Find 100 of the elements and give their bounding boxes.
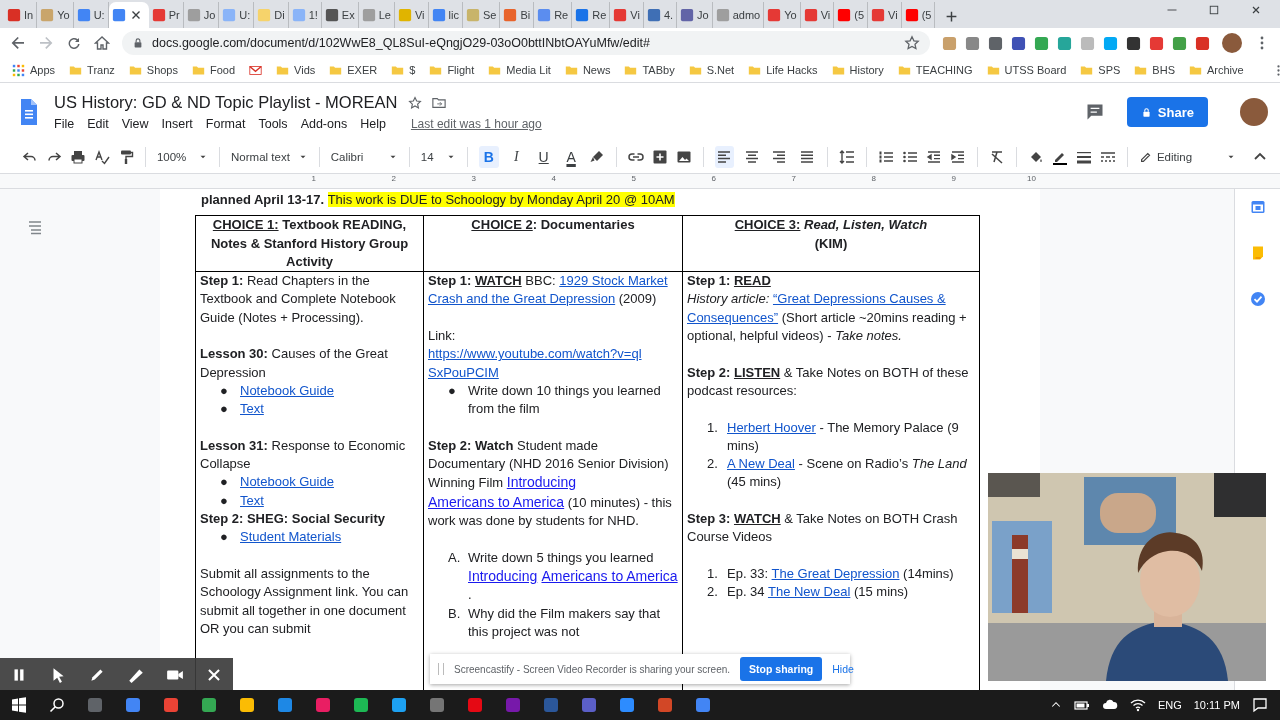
taskbar-app-icon[interactable] [125, 697, 141, 713]
menu-item[interactable]: Tools [258, 117, 288, 131]
link[interactable]: Crash and the Great Depression [428, 291, 616, 307]
paint-format-icon[interactable] [118, 149, 134, 165]
font-dropdown[interactable]: Calibri [330, 151, 398, 163]
wifi-icon[interactable] [1129, 697, 1146, 713]
link[interactable]: The Great Depression [771, 565, 900, 581]
bookmark[interactable]: Flight [429, 63, 475, 77]
document-title[interactable]: US History: GD & ND Topic Playlist - MOREAN [54, 93, 398, 112]
bookmark[interactable]: TABby [624, 63, 675, 77]
share-button[interactable]: Share [1126, 97, 1208, 127]
print-icon[interactable] [70, 149, 86, 165]
link[interactable]: A New Deal [727, 456, 795, 472]
decrease-indent-icon[interactable] [926, 149, 943, 165]
format-button[interactable]: I [506, 146, 526, 168]
move-folder-icon[interactable] [431, 95, 446, 110]
bookmark[interactable]: Media Lit [488, 63, 551, 77]
menu-item[interactable]: File [54, 117, 75, 131]
format-button[interactable]: A [561, 146, 581, 168]
link[interactable]: Notebook Guide [240, 474, 334, 490]
windows-start-icon[interactable] [11, 697, 27, 713]
line-spacing-icon[interactable] [839, 149, 856, 165]
link[interactable]: Americans to America [428, 493, 565, 510]
image-icon[interactable] [675, 149, 692, 165]
tasks-icon[interactable] [1249, 291, 1266, 307]
editing-mode-dropdown[interactable]: Editing [1138, 150, 1237, 164]
zoom-dropdown[interactable]: 100% [156, 151, 209, 163]
menu-item[interactable]: Edit [87, 117, 109, 131]
menu-item[interactable]: Help [360, 117, 386, 131]
language-indicator[interactable]: ENG [1157, 699, 1182, 711]
taskbar-app-icon[interactable] [391, 697, 407, 713]
taskbar-app-icon[interactable] [163, 697, 179, 713]
link[interactable]: Introducing [506, 474, 577, 491]
extension-icon[interactable] [1011, 35, 1026, 51]
clock[interactable]: 10:11 PM [1193, 699, 1240, 711]
increase-indent-icon[interactable] [950, 149, 967, 165]
link[interactable]: 1929 Stock Market [559, 273, 668, 289]
bulleted-list-icon[interactable] [902, 149, 919, 165]
home-icon[interactable] [94, 35, 110, 51]
extension-icon[interactable] [988, 35, 1003, 51]
docs-logo-icon[interactable] [18, 98, 40, 126]
link[interactable]: Herbert Hoover [727, 419, 816, 435]
style-dropdown[interactable]: Normal text [231, 151, 308, 163]
reload-icon[interactable] [66, 35, 82, 51]
bookmark[interactable]: SPS [1080, 63, 1121, 77]
font-size-dropdown[interactable]: 14 [420, 151, 457, 163]
link[interactable]: https://www.youtube.com/watch?v=ql [428, 346, 642, 362]
numbered-list-icon[interactable] [878, 149, 895, 165]
link[interactable]: Text [240, 401, 264, 417]
bookmark[interactable]: TEACHING [897, 63, 973, 77]
taskbar-app-icon[interactable] [277, 697, 293, 713]
extension-icon[interactable] [1126, 35, 1141, 51]
link[interactable]: Americans to America [541, 567, 678, 584]
browser-tab[interactable] [108, 2, 149, 28]
menu-item[interactable]: Add-ons [300, 117, 348, 131]
taskbar-app-icon[interactable] [239, 697, 255, 713]
link[interactable]: Text [240, 492, 264, 508]
border-width-icon[interactable] [1076, 149, 1092, 165]
link[interactable]: Student Materials [240, 529, 342, 545]
link[interactable]: “Great Depressions Causes & [772, 291, 946, 307]
spellcheck-icon[interactable] [94, 149, 110, 165]
add-comment-icon[interactable] [651, 149, 668, 165]
star-icon[interactable] [407, 95, 422, 110]
bookmark[interactable] [249, 63, 263, 77]
link[interactable]: Consequences” [687, 309, 779, 325]
close-icon[interactable] [1250, 4, 1262, 16]
bookmark[interactable]: Apps [12, 63, 56, 77]
highlight-icon[interactable] [588, 149, 605, 165]
profile-avatar[interactable] [1240, 98, 1268, 126]
bookmark[interactable]: S.Net [688, 63, 735, 77]
maximize-icon[interactable] [1208, 4, 1220, 16]
menu-item[interactable]: Insert [161, 117, 193, 131]
notification-icon[interactable] [1252, 697, 1268, 713]
link[interactable]: Notebook Guide [240, 382, 334, 398]
bookmark[interactable]: Archive [1189, 63, 1244, 77]
taskbar-app-icon[interactable] [619, 697, 635, 713]
bookmark[interactable]: Tranz [69, 63, 115, 77]
document-outline-icon[interactable] [27, 219, 43, 235]
link[interactable]: Introducing [468, 567, 538, 584]
bookmark[interactable]: News [564, 63, 611, 77]
bookmark[interactable]: EXER [329, 63, 378, 77]
link[interactable]: The New Deal [767, 584, 851, 600]
calendar-icon[interactable] [1249, 199, 1266, 215]
align-left-icon[interactable] [714, 146, 735, 168]
border-dash-icon[interactable] [1100, 149, 1116, 165]
bookmark[interactable]: Shops [128, 63, 178, 77]
menu-item[interactable]: View [121, 117, 149, 131]
bookmark[interactable]: Vids [276, 63, 316, 77]
highlighter-icon[interactable] [126, 666, 145, 684]
address-bar[interactable]: docs.google.com/document/d/102WwE8_QL8SuI-eQngjO29-03oO0bttINbtOAYuMfw/edit# [122, 31, 930, 55]
new-tab-icon[interactable] [945, 10, 959, 23]
hide-link[interactable]: Hide [832, 663, 854, 675]
taskbar-app-icon[interactable] [695, 697, 711, 713]
bookmark[interactable]: Life Hacks [748, 63, 818, 77]
profile-avatar[interactable] [1222, 33, 1242, 53]
bookmark-star-icon[interactable] [904, 35, 920, 51]
back-icon[interactable] [10, 35, 26, 51]
bookmark[interactable]: BHS [1134, 63, 1175, 77]
bookmark[interactable]: History [831, 63, 884, 77]
format-button[interactable]: B [479, 146, 499, 168]
